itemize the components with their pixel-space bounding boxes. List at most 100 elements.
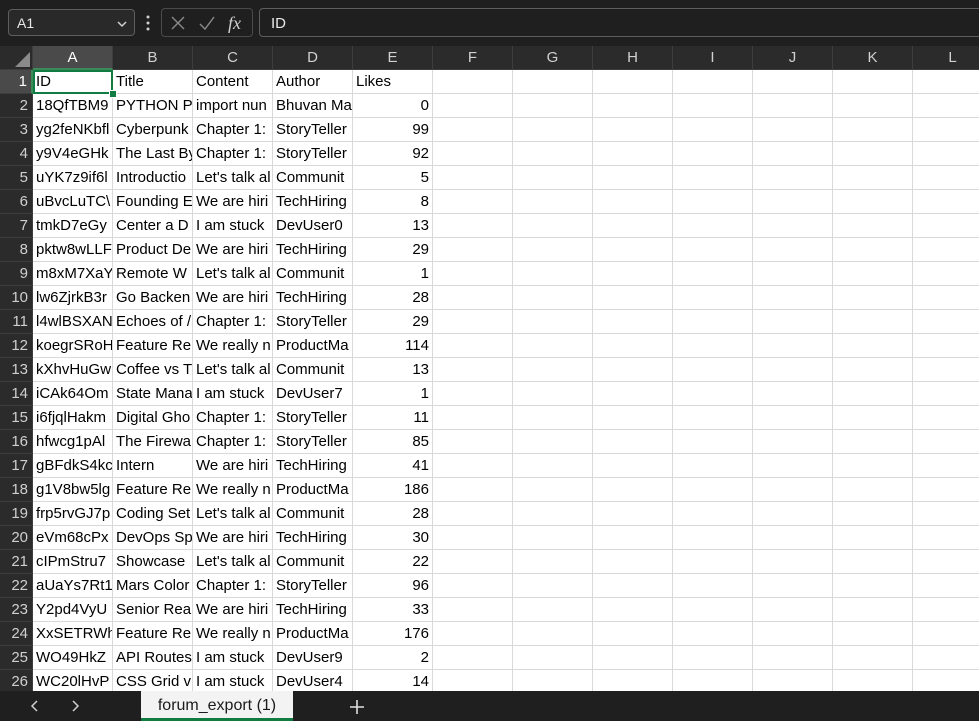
- table-cell[interactable]: [753, 286, 833, 310]
- table-cell[interactable]: DevUser9: [273, 646, 353, 670]
- table-cell[interactable]: [913, 166, 979, 190]
- table-cell[interactable]: [913, 406, 979, 430]
- row-header[interactable]: 4: [0, 142, 33, 166]
- table-cell[interactable]: [433, 262, 513, 286]
- table-cell[interactable]: Chapter 1:: [193, 406, 273, 430]
- row-header[interactable]: 1: [0, 70, 33, 94]
- table-cell[interactable]: 5: [353, 166, 433, 190]
- table-cell[interactable]: [673, 454, 753, 478]
- column-header-i[interactable]: I: [673, 46, 753, 70]
- table-cell[interactable]: [433, 358, 513, 382]
- row-header[interactable]: 13: [0, 358, 33, 382]
- table-cell[interactable]: [513, 94, 593, 118]
- table-cell[interactable]: 14: [353, 670, 433, 691]
- column-header-e[interactable]: E: [353, 46, 433, 70]
- table-cell[interactable]: [673, 262, 753, 286]
- table-cell[interactable]: Chapter 1:: [193, 118, 273, 142]
- table-cell[interactable]: [593, 286, 673, 310]
- table-cell[interactable]: [513, 406, 593, 430]
- table-cell[interactable]: [513, 310, 593, 334]
- table-cell[interactable]: [833, 190, 913, 214]
- table-cell[interactable]: [833, 622, 913, 646]
- table-cell[interactable]: PYTHON P: [113, 94, 193, 118]
- chevron-left-icon[interactable]: [28, 699, 42, 713]
- table-cell[interactable]: [433, 214, 513, 238]
- header-cell[interactable]: Author: [273, 70, 353, 94]
- table-cell[interactable]: [913, 238, 979, 262]
- table-cell[interactable]: Communit: [273, 550, 353, 574]
- table-cell[interactable]: [753, 358, 833, 382]
- table-cell[interactable]: WC20lHvP: [33, 670, 113, 691]
- table-cell[interactable]: [513, 118, 593, 142]
- table-cell[interactable]: [673, 622, 753, 646]
- table-cell[interactable]: Founding E: [113, 190, 193, 214]
- table-cell[interactable]: yg2feNKbfl: [33, 118, 113, 142]
- table-cell[interactable]: [753, 262, 833, 286]
- table-cell[interactable]: [593, 214, 673, 238]
- table-cell[interactable]: [513, 502, 593, 526]
- table-cell[interactable]: [753, 94, 833, 118]
- table-cell[interactable]: lw6ZjrkB3r: [33, 286, 113, 310]
- row-header[interactable]: 22: [0, 574, 33, 598]
- table-cell[interactable]: [913, 94, 979, 118]
- table-cell[interactable]: [433, 382, 513, 406]
- table-cell[interactable]: [833, 166, 913, 190]
- table-cell[interactable]: Chapter 1:: [193, 310, 273, 334]
- sheet-tab-active[interactable]: forum_export (1): [141, 691, 293, 721]
- table-cell[interactable]: [913, 550, 979, 574]
- table-cell[interactable]: [753, 502, 833, 526]
- table-cell[interactable]: [673, 598, 753, 622]
- table-cell[interactable]: Let's talk al: [193, 166, 273, 190]
- header-cell[interactable]: [673, 70, 753, 94]
- table-cell[interactable]: [593, 598, 673, 622]
- table-cell[interactable]: [593, 262, 673, 286]
- table-cell[interactable]: [673, 214, 753, 238]
- table-cell[interactable]: 18QfTBM9: [33, 94, 113, 118]
- table-cell[interactable]: 28: [353, 502, 433, 526]
- table-cell[interactable]: [433, 646, 513, 670]
- row-header[interactable]: 8: [0, 238, 33, 262]
- table-cell[interactable]: [913, 670, 979, 691]
- table-cell[interactable]: [593, 406, 673, 430]
- table-cell[interactable]: m8xM7XaY: [33, 262, 113, 286]
- table-cell[interactable]: 41: [353, 454, 433, 478]
- header-cell[interactable]: [753, 70, 833, 94]
- table-cell[interactable]: 8: [353, 190, 433, 214]
- table-cell[interactable]: [593, 382, 673, 406]
- row-header[interactable]: 14: [0, 382, 33, 406]
- table-cell[interactable]: 114: [353, 334, 433, 358]
- cancel-icon[interactable]: [170, 15, 186, 31]
- table-cell[interactable]: [513, 334, 593, 358]
- table-cell[interactable]: 22: [353, 550, 433, 574]
- table-cell[interactable]: [593, 358, 673, 382]
- table-cell[interactable]: I am stuck: [193, 646, 273, 670]
- table-cell[interactable]: [913, 382, 979, 406]
- table-cell[interactable]: [513, 478, 593, 502]
- table-cell[interactable]: 29: [353, 310, 433, 334]
- table-cell[interactable]: Let's talk al: [193, 358, 273, 382]
- table-cell[interactable]: [753, 334, 833, 358]
- formula-input[interactable]: ID: [259, 8, 979, 37]
- table-cell[interactable]: frp5rvGJ7p: [33, 502, 113, 526]
- row-header[interactable]: 11: [0, 310, 33, 334]
- table-cell[interactable]: 186: [353, 478, 433, 502]
- table-cell[interactable]: [433, 238, 513, 262]
- table-cell[interactable]: Digital Gho: [113, 406, 193, 430]
- column-header-a[interactable]: A: [33, 46, 113, 70]
- table-cell[interactable]: [913, 454, 979, 478]
- table-cell[interactable]: y9V4eGHk: [33, 142, 113, 166]
- table-cell[interactable]: g1V8bw5lg: [33, 478, 113, 502]
- table-cell[interactable]: [833, 550, 913, 574]
- fill-handle[interactable]: [109, 90, 117, 98]
- table-cell[interactable]: kXhvHuGw: [33, 358, 113, 382]
- row-header[interactable]: 6: [0, 190, 33, 214]
- table-cell[interactable]: We really n: [193, 334, 273, 358]
- table-cell[interactable]: [513, 622, 593, 646]
- column-header-b[interactable]: B: [113, 46, 193, 70]
- table-cell[interactable]: API Routes: [113, 646, 193, 670]
- table-cell[interactable]: [753, 574, 833, 598]
- table-cell[interactable]: Chapter 1:: [193, 430, 273, 454]
- table-cell[interactable]: [673, 574, 753, 598]
- table-cell[interactable]: iCAk64Om: [33, 382, 113, 406]
- chevron-down-icon[interactable]: [116, 18, 128, 30]
